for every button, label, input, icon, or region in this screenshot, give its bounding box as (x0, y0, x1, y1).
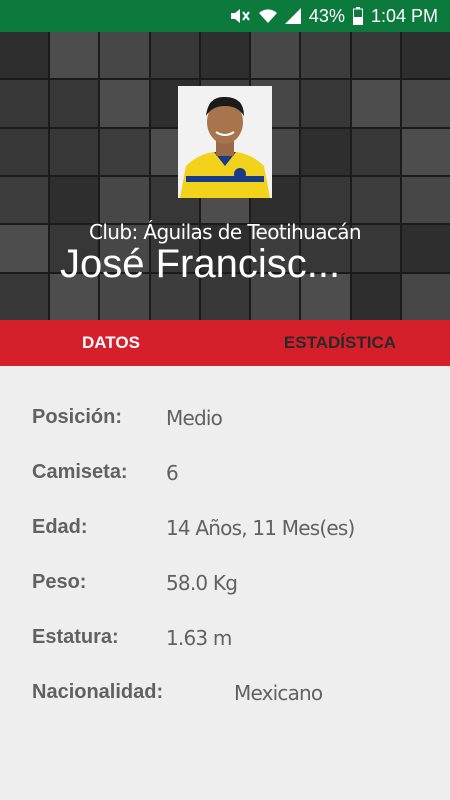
tab-estadistica[interactable]: ESTADÍSTICA (239, 320, 450, 366)
detail-value: 1.63 m (166, 626, 232, 650)
detail-label: Peso: (32, 571, 87, 593)
detail-row-position: Posición: Medio (0, 406, 450, 436)
signal-icon (284, 8, 301, 24)
detail-label: Edad: (32, 516, 88, 538)
wifi-icon (258, 8, 277, 24)
clock: 1:04 PM (370, 5, 438, 26)
detail-row-height: Estatura: 1.63 m (0, 626, 450, 656)
player-name: José Francisc... (60, 242, 341, 286)
mute-icon (229, 8, 251, 24)
detail-value: 6 (166, 461, 179, 485)
tab-datos[interactable]: DATOS (0, 320, 239, 366)
detail-value: 58.0 Kg (166, 571, 238, 595)
detail-value: Mexicano (234, 681, 323, 705)
player-photo (178, 86, 272, 198)
club-name: Club: Águilas de Teotihuacán (88, 220, 362, 244)
detail-row-weight: Peso: 58.0 Kg (0, 571, 450, 601)
detail-label: Estatura: (32, 626, 119, 648)
detail-label: Nacionalidad: (32, 681, 164, 703)
battery-icon (352, 7, 363, 25)
profile-header: Club: Águilas de Teotihuacán José Franci… (0, 32, 450, 320)
detail-row-age: Edad: 14 Años, 11 Mes(es) (0, 516, 450, 546)
detail-value: 14 Años, 11 Mes(es) (166, 516, 355, 540)
detail-label: Camiseta: (32, 461, 128, 483)
detail-row-nationality: Nacionalidad: Mexicano (0, 681, 450, 711)
detail-label: Posición: (32, 406, 123, 428)
status-bar: 43% 1:04 PM (0, 0, 450, 32)
tab-bar: DATOS ESTADÍSTICA (0, 320, 450, 366)
battery-percent: 43% (308, 5, 345, 26)
detail-value: Medio (166, 406, 223, 430)
detail-row-shirt: Camiseta: 6 (0, 461, 450, 491)
